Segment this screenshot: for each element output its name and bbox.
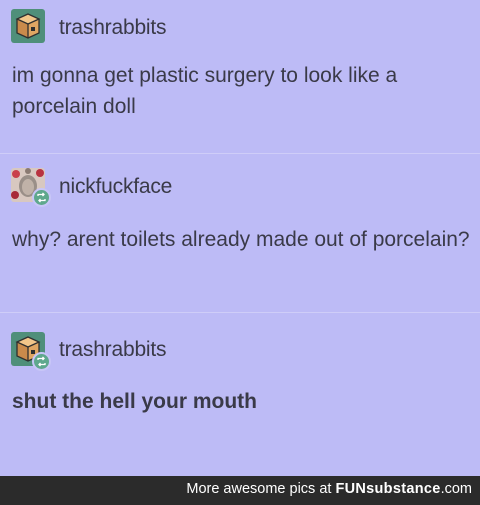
post-text: im gonna get plastic surgery to look lik… — [12, 64, 398, 118]
reblog-icon — [32, 352, 51, 371]
watermark-brand-bold: FUN — [335, 481, 367, 497]
post-text: why? arent toilets already made out of p… — [12, 228, 470, 251]
post-username[interactable]: trashrabbits — [59, 338, 167, 362]
watermark-prefix: More awesome pics at — [186, 481, 336, 497]
photo-avatar-icon[interactable] — [11, 168, 51, 207]
watermark-text: More awesome pics at FUNsubstance.com — [186, 481, 472, 497]
watermark-brand: FUNsubstance — [335, 481, 440, 497]
watermark-bar: More awesome pics at FUNsubstance.com — [0, 476, 480, 505]
box-avatar-icon[interactable] — [11, 9, 45, 43]
post-username[interactable]: nickfuckface — [59, 175, 172, 199]
reblog-icon — [32, 188, 51, 207]
watermark-brand-rest: substance — [366, 481, 441, 497]
divider — [0, 312, 480, 313]
watermark-suffix: .com — [440, 481, 472, 497]
post-text: shut the hell your mouth — [12, 390, 257, 413]
divider — [0, 153, 480, 154]
box-avatar-icon[interactable] — [11, 332, 51, 371]
post-username[interactable]: trashrabbits — [59, 16, 167, 40]
